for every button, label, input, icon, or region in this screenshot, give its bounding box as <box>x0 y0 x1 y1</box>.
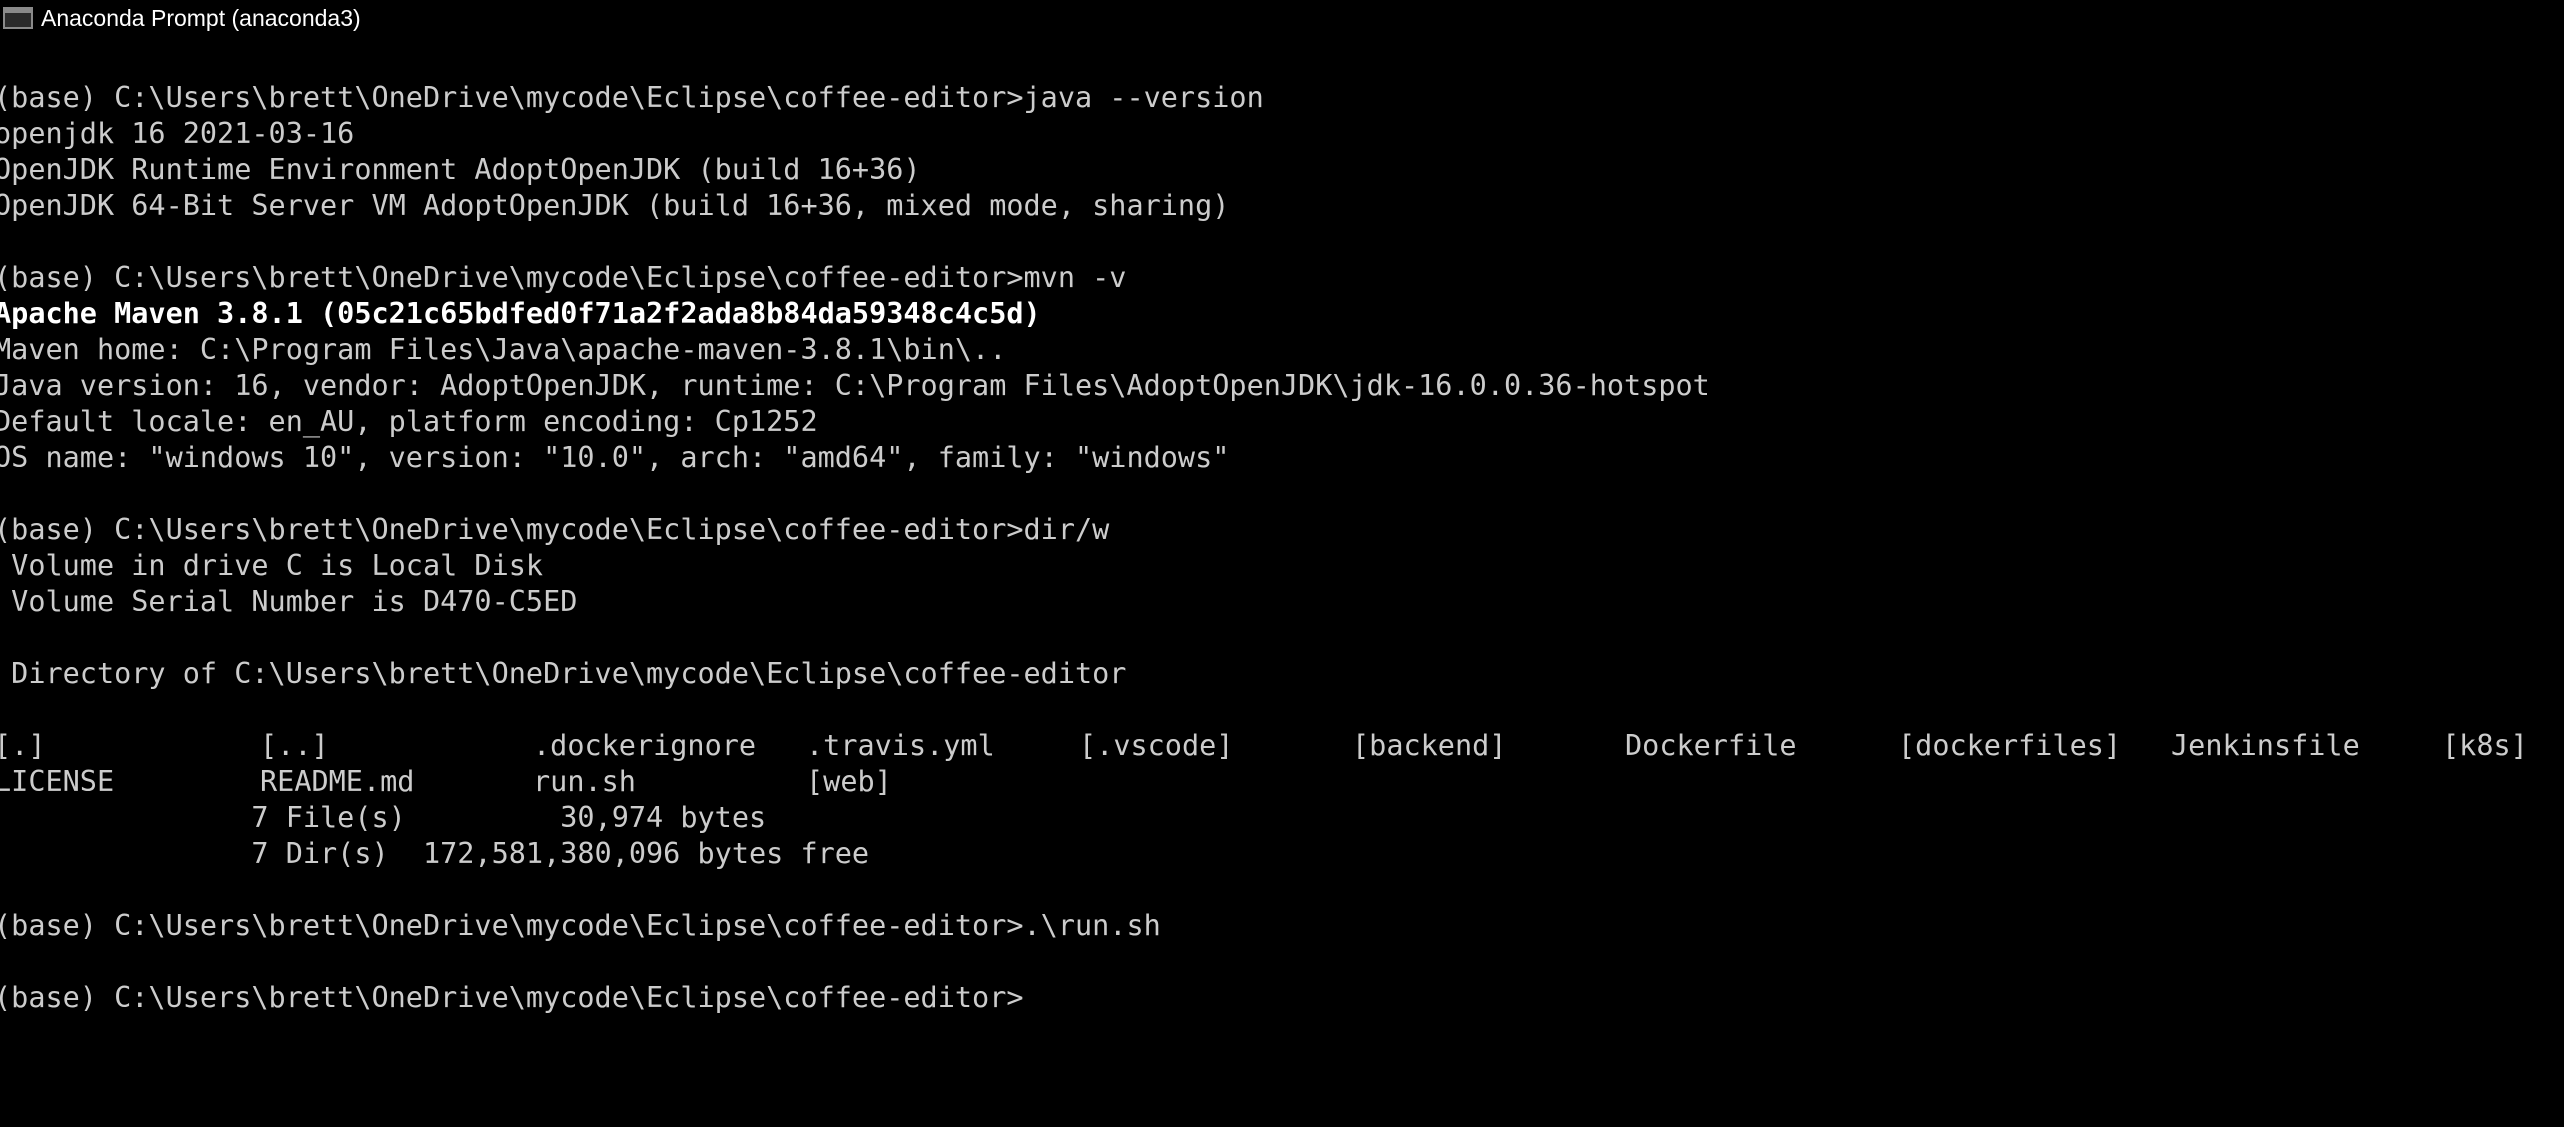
dir-entry: [backend] <box>1352 729 1507 762</box>
console-line: 7 Dir(s) 172,581,380,096 bytes free <box>0 837 870 870</box>
console-output[interactable]: (base) C:\Users\brett\OneDrive\mycode\Ec… <box>0 80 2564 1120</box>
dir-entry: [web] <box>806 765 892 798</box>
dir-listing-row: [.] [..] .dockerignore .travis.yml [.vsc… <box>0 728 2564 764</box>
console-line: Default locale: en_AU, platform encoding… <box>0 405 818 438</box>
console-line: openjdk 16 2021-03-16 <box>0 117 355 150</box>
dir-entry: [.] <box>0 729 46 762</box>
dir-entry: [dockerfiles] <box>1898 729 2122 762</box>
anaconda-prompt-window[interactable]: Anaconda Prompt (anaconda3) (base) C:\Us… <box>0 0 2564 1127</box>
dir-entry: [.vscode] <box>1079 729 1234 762</box>
terminal-icon <box>3 7 33 29</box>
console-line: Maven home: C:\Program Files\Java\apache… <box>0 333 1007 366</box>
dir-entry: Dockerfile <box>1625 729 1797 762</box>
console-line: OpenJDK 64-Bit Server VM AdoptOpenJDK (b… <box>0 189 1230 222</box>
console-line: Volume Serial Number is D470-C5ED <box>0 585 578 618</box>
dir-listing-row: LICENSE README.md run.sh [web] <box>0 764 2564 800</box>
dir-entry: README.md <box>260 765 415 798</box>
console-line: 7 File(s) 30,974 bytes <box>0 801 767 834</box>
title-bar[interactable]: Anaconda Prompt (anaconda3) <box>0 0 2564 36</box>
dir-entry: .travis.yml <box>806 729 995 762</box>
console-line: OS name: "windows 10", version: "10.0", … <box>0 441 1230 474</box>
dir-entry: Jenkinsfile <box>2171 729 2360 762</box>
dir-entry: run.sh <box>533 765 636 798</box>
console-line: (base) C:\Users\brett\OneDrive\mycode\Ec… <box>0 513 1110 546</box>
command-prompt[interactable]: (base) C:\Users\brett\OneDrive\mycode\Ec… <box>0 980 2564 1016</box>
dir-entry: .dockerignore <box>533 729 757 762</box>
console-line: (base) C:\Users\brett\OneDrive\mycode\Ec… <box>0 261 1127 294</box>
console-line: Java version: 16, vendor: AdoptOpenJDK, … <box>0 369 1710 402</box>
window-title: Anaconda Prompt (anaconda3) <box>41 4 361 31</box>
dir-entry: [k8s] <box>2442 729 2528 762</box>
dir-entry: LICENSE <box>0 765 115 798</box>
console-line: Apache Maven 3.8.1 (05c21c65bdfed0f71a2f… <box>0 297 1041 330</box>
dir-entry: [..] <box>260 729 329 762</box>
console-line: Directory of C:\Users\brett\OneDrive\myc… <box>0 657 1127 690</box>
console-line: (base) C:\Users\brett\OneDrive\mycode\Ec… <box>0 909 1161 942</box>
console-line: OpenJDK Runtime Environment AdoptOpenJDK… <box>0 153 921 186</box>
console-line: (base) C:\Users\brett\OneDrive\mycode\Ec… <box>0 81 1264 114</box>
console-line: Volume in drive C is Local Disk <box>0 549 544 582</box>
